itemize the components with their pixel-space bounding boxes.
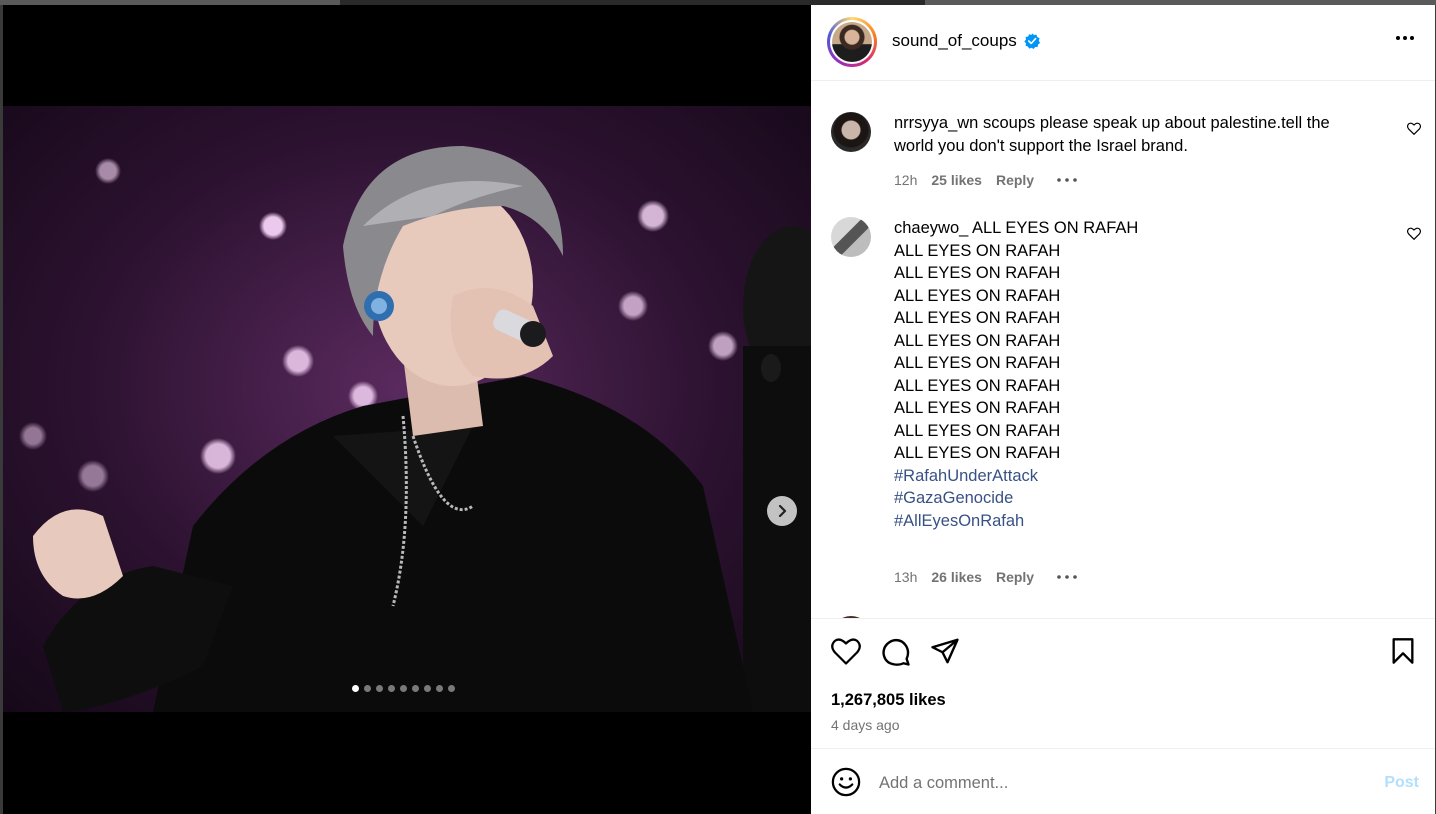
- comment-text: chaeywo_ ALL EYES ON RAFAH ALL EYES ON RA…: [894, 217, 1364, 532]
- comment-text: nrrsyya_wn scoups please speak up about …: [894, 112, 1364, 157]
- comment-time[interactable]: 13h: [894, 569, 917, 585]
- post-header: sound_of_coups: [811, 5, 1435, 81]
- comment-time[interactable]: 12h: [894, 172, 917, 188]
- comment-bubble-icon[interactable]: [881, 637, 911, 667]
- comment-input[interactable]: [879, 768, 1349, 798]
- carousel-dot: [376, 685, 383, 692]
- carousel-dot: [352, 685, 359, 692]
- commenter-avatar[interactable]: [831, 217, 871, 257]
- post-actions: 1,267,805 likes 4 days ago: [811, 618, 1435, 748]
- commenter-avatar[interactable]: [831, 112, 871, 152]
- hashtag-link[interactable]: #GazaGenocide: [894, 487, 1364, 510]
- carousel-dot: [436, 685, 443, 692]
- comment-line: ALL EYES ON RAFAH: [894, 399, 1061, 417]
- carousel-dot: [364, 685, 371, 692]
- emoji-icon[interactable]: [831, 767, 861, 797]
- comment-line: ALL EYES ON RAFAH: [894, 264, 1061, 282]
- more-options-icon[interactable]: [1395, 35, 1415, 41]
- post-media: [3, 5, 811, 814]
- comment-line: ALL EYES ON RAFAH: [894, 241, 1061, 260]
- comment-content: ALL EYES ON RAFAH ALL EYES ON RAFAH ALL EY…: [894, 219, 1364, 465]
- comment-line: ALL EYES ON RAFAH: [894, 286, 1061, 305]
- reply-button[interactable]: Reply: [996, 569, 1034, 585]
- comment-line: ALL EYES ON RAFAH: [972, 219, 1139, 237]
- carousel-dot: [388, 685, 395, 692]
- carousel-next-button[interactable]: [767, 496, 797, 526]
- chevron-right-icon: [778, 504, 787, 518]
- commenter-username[interactable]: nrrsyya_wn: [894, 114, 978, 132]
- comments-list: nrrsyya_wn scoups please speak up about …: [811, 82, 1435, 618]
- post-photo[interactable]: [3, 106, 811, 712]
- comment-line: ALL EYES ON RAFAH: [894, 421, 1061, 440]
- reply-button[interactable]: Reply: [996, 172, 1034, 188]
- post-details-panel: sound_of_coups nrrsyya_wn scoups please …: [811, 5, 1435, 814]
- comment-likes[interactable]: 25 likes: [931, 172, 982, 188]
- comment-hashtags: #RafahUnderAttack #GazaGenocide #AllEyesOn…: [894, 465, 1364, 533]
- carousel-dot: [400, 685, 407, 692]
- comment-like-heart-icon[interactable]: [1407, 227, 1421, 240]
- comment-like-heart-icon[interactable]: [1407, 122, 1421, 135]
- hashtag-link[interactable]: #RafahUnderAttack: [894, 465, 1364, 488]
- comment-line: ALL EYES ON RAFAH: [894, 309, 1061, 327]
- post-date[interactable]: 4 days ago: [831, 717, 900, 733]
- carousel-indicator: [352, 685, 455, 692]
- carousel-dot: [424, 685, 431, 692]
- author-username[interactable]: sound_of_coups: [892, 31, 1017, 51]
- share-send-icon[interactable]: [930, 637, 960, 665]
- comment-options-icon[interactable]: [1056, 574, 1078, 580]
- save-bookmark-icon[interactable]: [1391, 637, 1415, 665]
- performer-illustration: [33, 146, 811, 712]
- comment-line: ALL EYES ON RAFAH: [894, 354, 1061, 372]
- add-comment-bar: Post: [811, 748, 1435, 814]
- comment-likes[interactable]: 26 likes: [931, 569, 982, 585]
- author-avatar[interactable]: [827, 17, 877, 67]
- like-count[interactable]: 1,267,805 likes: [831, 691, 946, 710]
- hashtag-link[interactable]: #AllEyesOnRafah: [894, 510, 1364, 533]
- post-modal: sound_of_coups nrrsyya_wn scoups please …: [3, 5, 1435, 814]
- comment-line: ALL EYES ON RAFAH: [894, 444, 1061, 462]
- verified-badge-icon: [1024, 33, 1040, 49]
- comment-meta: 13h 26 likes Reply: [894, 569, 1078, 585]
- post-comment-button[interactable]: Post: [1384, 774, 1419, 792]
- comment-line: ALL EYES ON RAFAH: [894, 376, 1061, 395]
- comment-options-icon[interactable]: [1056, 177, 1078, 183]
- commenter-username[interactable]: chaeywo_: [894, 219, 968, 237]
- comment-meta: 12h 25 likes Reply: [894, 172, 1078, 188]
- carousel-dot: [412, 685, 419, 692]
- like-heart-icon[interactable]: [831, 637, 861, 665]
- carousel-dot: [448, 685, 455, 692]
- comment-line: ALL EYES ON RAFAH: [894, 331, 1061, 350]
